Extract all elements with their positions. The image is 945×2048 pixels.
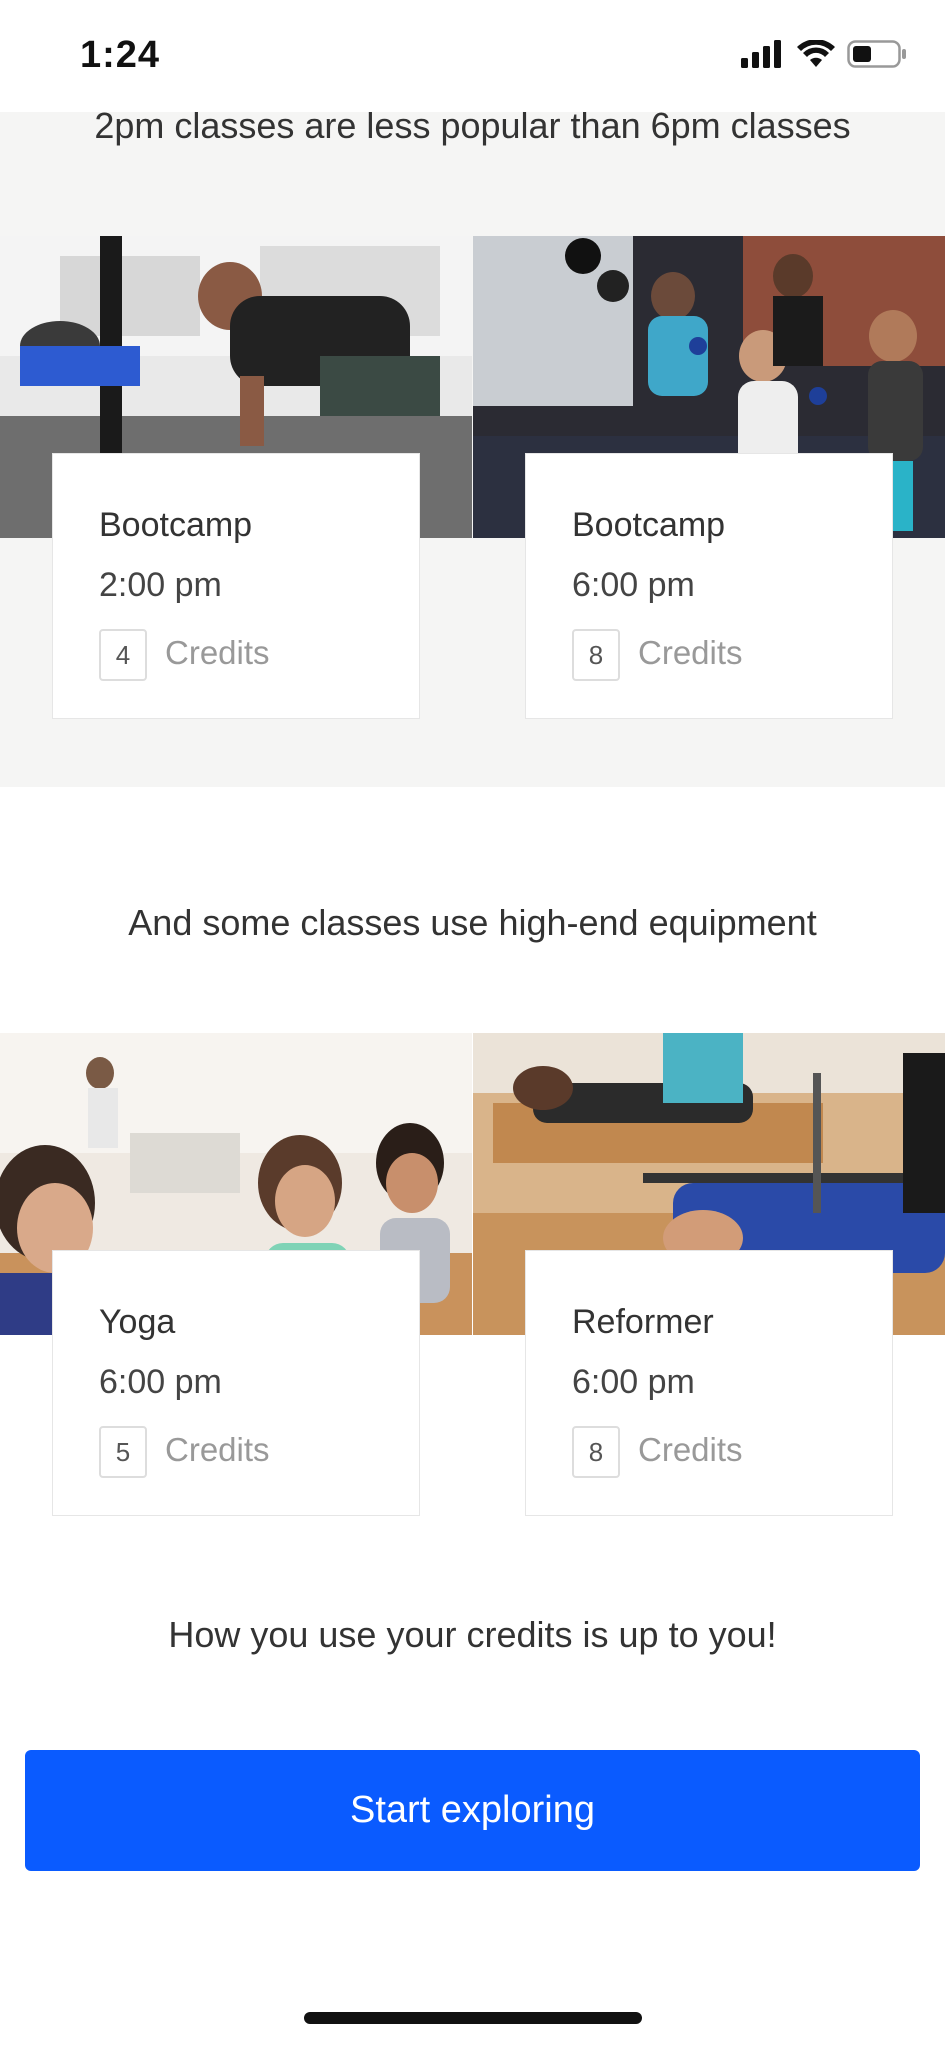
class-time: 2:00 pm <box>99 566 222 604</box>
credit-count-badge: 5 <box>99 1426 147 1478</box>
class-name: Bootcamp <box>572 506 726 544</box>
class-name: Bootcamp <box>99 506 253 544</box>
credits-label: Credits <box>638 1431 743 1468</box>
status-bar: 1:24 <box>0 0 945 112</box>
section-title-equipment: And some classes use high-end equipment <box>128 902 817 943</box>
status-time: 1:24 <box>80 34 161 76</box>
credit-count-badge: 8 <box>572 629 620 681</box>
status-icons <box>741 40 907 68</box>
class-time: 6:00 pm <box>99 1363 222 1401</box>
class-name: Yoga <box>99 1303 176 1341</box>
credits-label: Credits <box>638 634 743 671</box>
class-card-bootcamp-2pm[interactable]: Bootcamp 2:00 pm 4 Credits <box>52 453 420 719</box>
battery-icon <box>847 40 906 68</box>
credits-label: Credits <box>165 634 270 671</box>
credits-label: Credits <box>165 1431 270 1468</box>
class-card-yoga-6pm[interactable]: Yoga 6:00 pm 5 Credits <box>52 1250 420 1516</box>
cellular-signal-icon <box>741 40 781 68</box>
credit-count-badge: 4 <box>99 629 147 681</box>
class-time: 6:00 pm <box>572 566 695 604</box>
class-card-reformer-6pm[interactable]: Reformer 6:00 pm 8 Credits <box>525 1250 893 1516</box>
class-name: Reformer <box>572 1303 714 1341</box>
wifi-icon <box>797 40 835 67</box>
class-card-bootcamp-6pm[interactable]: Bootcamp 6:00 pm 8 Credits <box>525 453 893 719</box>
credit-count-badge: 8 <box>572 1426 620 1478</box>
class-time: 6:00 pm <box>572 1363 695 1401</box>
home-indicator[interactable] <box>304 2012 642 2024</box>
credits-message: How you use your credits is up to you! <box>168 1614 777 1655</box>
start-exploring-button[interactable]: Start exploring <box>25 1750 920 1871</box>
